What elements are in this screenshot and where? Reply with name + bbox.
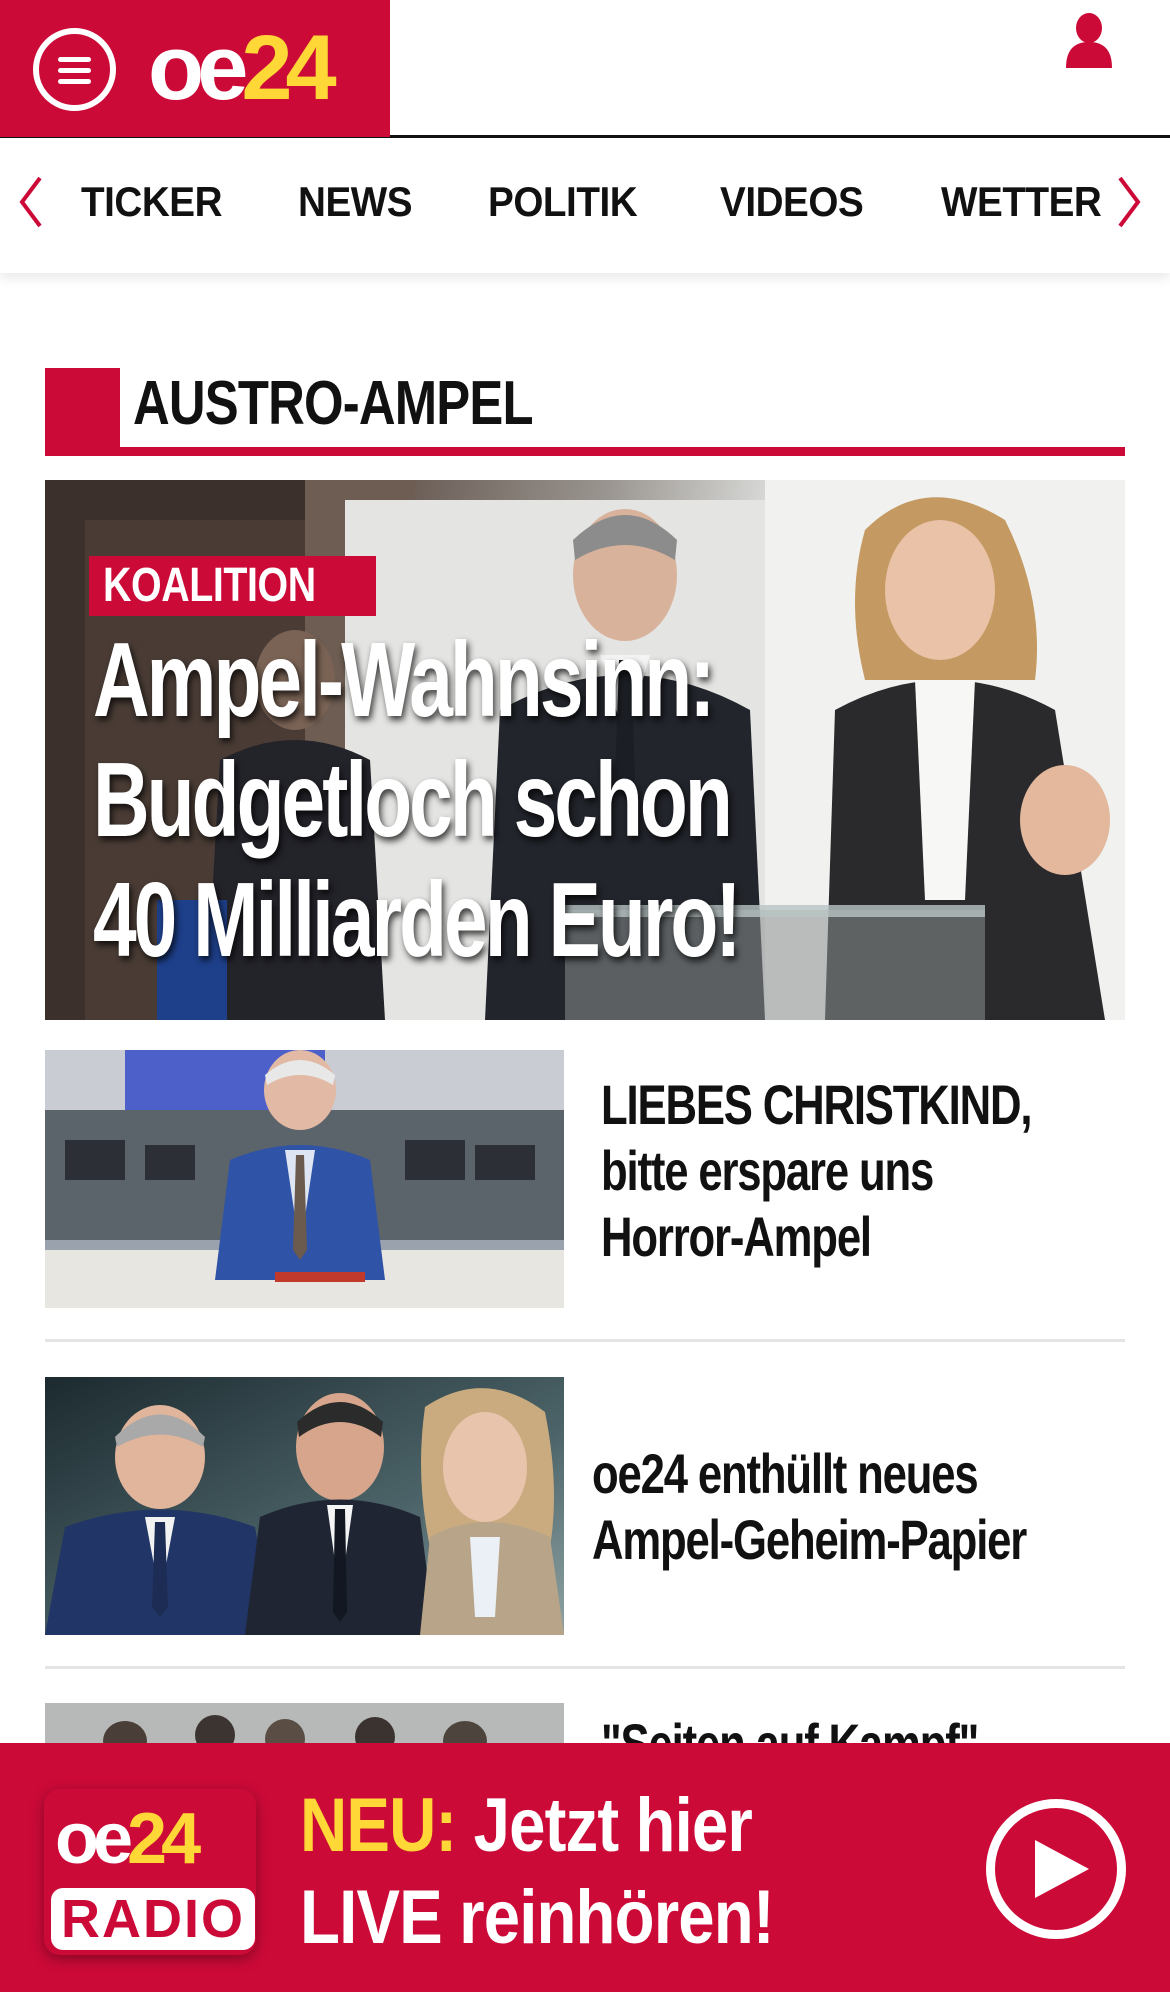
section-title: AUSTRO-AMPEL (133, 369, 534, 438)
site-header: oe24 (0, 0, 1170, 138)
divider (45, 1339, 1125, 1342)
radio-banner[interactable]: oe24 RADIO NEU: Jetzt hier LIVE reinhöre… (0, 1743, 1170, 1992)
nav-item-videos[interactable]: VIDEOS (720, 178, 864, 226)
article-thumbnail (45, 1050, 564, 1308)
article-title: oe24 enthüllt neues Ampel-Geheim-Papier (592, 1442, 1027, 1571)
nav-item-ticker[interactable]: TICKER (81, 178, 223, 226)
play-icon[interactable] (986, 1799, 1126, 1939)
article-title: LIEBES CHRISTKIND, bitte erspare uns Hor… (601, 1073, 1032, 1268)
hero-article[interactable]: KOALITION Ampel-Wahnsinn: Budgetloch sch… (45, 480, 1125, 1020)
radio-logo: oe24 RADIO (44, 1789, 256, 1955)
nav-item-wetter[interactable]: WETTER (941, 178, 1102, 226)
user-account-icon[interactable] (1064, 12, 1114, 70)
radio-logo-label: RADIO (51, 1888, 255, 1950)
hamburger-menu-icon[interactable] (33, 28, 116, 111)
brand-block: oe24 (0, 0, 390, 137)
site-logo[interactable]: oe24 (148, 17, 337, 119)
section-heading[interactable]: AUSTRO-AMPEL (45, 368, 1125, 456)
chevron-left-icon[interactable] (16, 174, 46, 230)
divider (45, 1666, 1125, 1669)
article-thumbnail (45, 1377, 564, 1635)
section-heading-underline (45, 447, 1125, 456)
chevron-right-icon[interactable] (1114, 174, 1144, 230)
list-item[interactable]: oe24 enthüllt neues Ampel-Geheim-Papier (45, 1377, 1125, 1635)
radio-promo-line1: NEU: Jetzt hier (300, 1783, 753, 1868)
hero-headline: Ampel-Wahnsinn: Budgetloch schon 40 Mill… (93, 621, 741, 979)
hero-kicker-badge: KOALITION (89, 556, 377, 616)
section-heading-marker (45, 368, 120, 456)
category-nav: TICKER NEWS POLITIK VIDEOS WETTER (0, 140, 1170, 273)
logo-text-24: 24 (241, 17, 336, 119)
nav-item-politik[interactable]: POLITIK (488, 178, 638, 226)
nav-item-news[interactable]: NEWS (298, 178, 413, 226)
radio-promo-line2: LIVE reinhören! (300, 1875, 775, 1960)
logo-text-oe: oe (148, 17, 248, 119)
list-item[interactable]: LIEBES CHRISTKIND, bitte erspare uns Hor… (45, 1050, 1125, 1308)
